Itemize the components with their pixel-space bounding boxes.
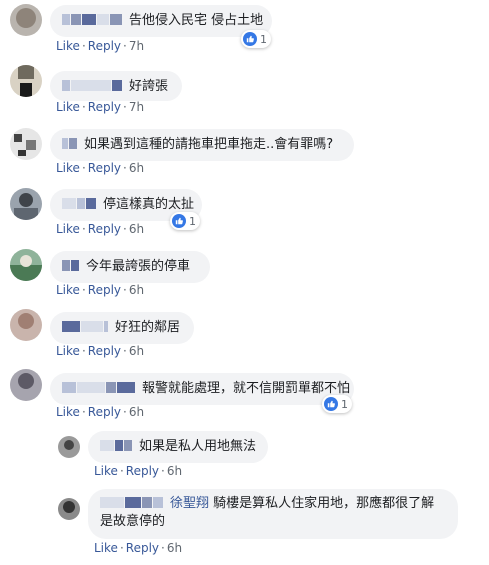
reply-link[interactable]: Reply (88, 344, 121, 358)
timestamp[interactable]: 6h (129, 283, 144, 297)
comment-text: 好狂的鄰居 (115, 320, 181, 335)
timestamp[interactable]: 6h (167, 541, 182, 555)
comment-text: 好誇張 (129, 79, 169, 94)
reply-link[interactable]: Reply (126, 541, 159, 555)
comment-text: 告他侵入民宅 侵占土地 (129, 13, 264, 28)
comment-actions: Like · Reply · 6h (56, 161, 145, 175)
timestamp[interactable]: 6h (129, 405, 144, 419)
timestamp[interactable]: 6h (129, 161, 144, 175)
blurred-author-name[interactable] (62, 196, 97, 214)
like-link[interactable]: Like (94, 541, 118, 555)
reply-link[interactable]: Reply (88, 222, 121, 236)
timestamp[interactable]: 6h (167, 464, 182, 478)
comment-actions: Like · Reply · 6h (56, 344, 145, 358)
avatar[interactable] (10, 188, 42, 220)
like-link[interactable]: Like (94, 464, 118, 478)
avatar[interactable] (10, 128, 42, 160)
blurred-author-name[interactable] (62, 78, 123, 96)
avatar[interactable] (10, 4, 42, 36)
blurred-author-name[interactable] (100, 495, 164, 513)
timestamp[interactable]: 7h (129, 100, 144, 114)
comment-actions: Like · Reply · 6h (56, 283, 145, 297)
comment-text: 今年最誇張的停車 (86, 259, 191, 274)
reply-actions: Like · Reply · 6h (94, 464, 183, 478)
avatar[interactable] (58, 498, 80, 520)
avatar[interactable] (10, 249, 42, 281)
like-link[interactable]: Like (56, 405, 80, 419)
avatar[interactable] (10, 65, 42, 97)
reaction-count[interactable]: 1 (322, 395, 352, 413)
reply-text-line-1: 騎樓是算私人住家用地，那應都很了解 (213, 496, 435, 511)
comment-text: 報警就能處理，就不信開罰單都不怕 (142, 381, 351, 396)
reply-link[interactable]: Reply (88, 100, 121, 114)
reply-link[interactable]: Reply (88, 161, 121, 175)
like-link[interactable]: Like (56, 344, 80, 358)
comment-text: 如果遇到這種的請拖車把車拖走..會有罪嗎? (84, 137, 334, 152)
mentioned-user-link[interactable]: 徐聖翔 (170, 496, 209, 511)
thumbs-up-icon (324, 397, 338, 411)
reply-actions: Like · Reply · 6h (94, 541, 183, 555)
reply-bubble: 如果是私人用地無法 (88, 431, 268, 463)
thumbs-up-icon (172, 214, 186, 228)
timestamp[interactable]: 7h (129, 39, 144, 53)
thumbs-up-icon (243, 32, 257, 46)
reply-text: 如果是私人用地無法 (139, 439, 257, 454)
reply-link[interactable]: Reply (126, 464, 159, 478)
blurred-author-name[interactable] (62, 12, 123, 30)
comment-bubble: 好狂的鄰居 (50, 312, 194, 344)
reply-link[interactable]: Reply (88, 39, 121, 53)
comment-bubble: 告他侵入民宅 侵占土地 (50, 5, 272, 37)
like-link[interactable]: Like (56, 161, 80, 175)
reply-link[interactable]: Reply (88, 283, 121, 297)
comment-bubble: 報警就能處理，就不信開罰單都不怕 (50, 373, 354, 405)
comment-text: 停這樣真的太扯 (103, 197, 195, 212)
blurred-author-name[interactable] (62, 258, 80, 276)
comment-actions: Like · Reply · 6h (56, 222, 145, 236)
timestamp[interactable]: 6h (129, 222, 144, 236)
reply-link[interactable]: Reply (88, 405, 121, 419)
like-link[interactable]: Like (56, 283, 80, 297)
comment-actions: Like · Reply · 7h (56, 39, 145, 53)
blurred-author-name[interactable] (100, 438, 133, 456)
like-link[interactable]: Like (56, 100, 80, 114)
avatar[interactable] (10, 309, 42, 341)
reaction-count[interactable]: 1 (241, 30, 271, 48)
comment-actions: Like · Reply · 7h (56, 100, 145, 114)
blurred-author-name[interactable] (62, 136, 78, 154)
blurred-author-name[interactable] (62, 380, 136, 398)
comment-actions: Like · Reply · 6h (56, 405, 145, 419)
like-link[interactable]: Like (56, 39, 80, 53)
like-link[interactable]: Like (56, 222, 80, 236)
reply-text-line-2: 是故意停的 (100, 514, 166, 529)
comment-bubble: 今年最誇張的停車 (50, 251, 210, 283)
avatar[interactable] (58, 436, 80, 458)
timestamp[interactable]: 6h (129, 344, 144, 358)
reaction-count[interactable]: 1 (170, 212, 200, 230)
avatar[interactable] (10, 369, 42, 401)
blurred-author-name[interactable] (62, 319, 109, 337)
reply-bubble: 徐聖翔 騎樓是算私人住家用地，那應都很了解 是故意停的 (88, 489, 458, 539)
comment-bubble: 好誇張 (50, 71, 182, 101)
comment-bubble: 如果遇到這種的請拖車把車拖走..會有罪嗎? (50, 129, 354, 161)
